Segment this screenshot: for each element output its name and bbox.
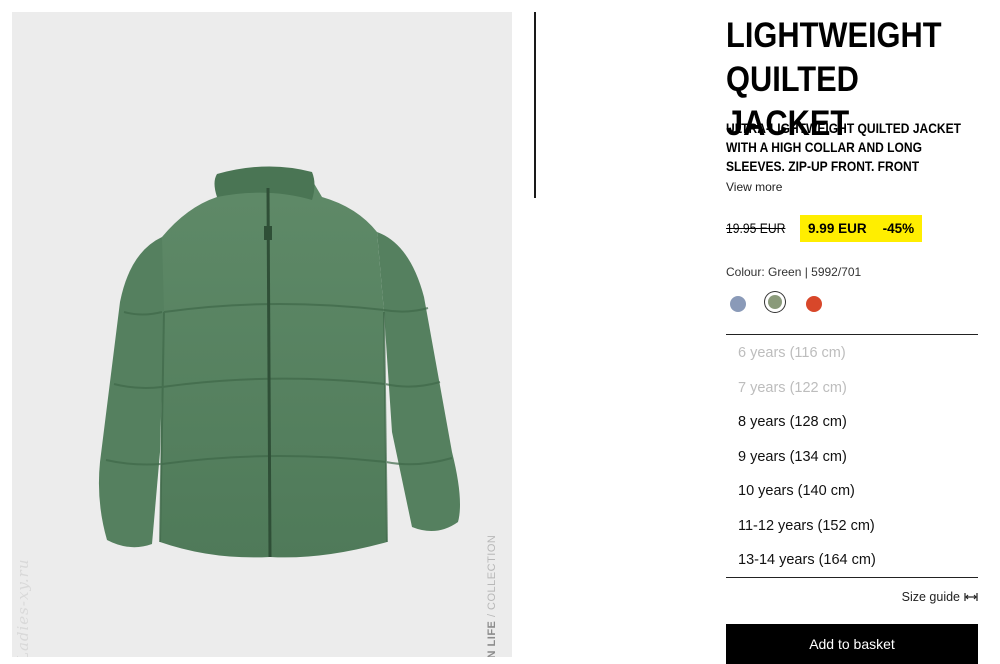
ruler-icon (964, 593, 978, 601)
size-option[interactable]: 6 years (116 cm) (726, 336, 978, 371)
jacket-illustration (98, 166, 460, 558)
colour-swatches (726, 292, 846, 316)
size-option[interactable]: 11-12 years (152 cm) (726, 509, 978, 544)
size-option[interactable]: 9 years (134 cm) (726, 440, 978, 475)
price-block: 19.95 EUR 9.99 EUR -45% (726, 215, 923, 242)
colour-info: Colour: Green | 5992/701 (726, 265, 862, 279)
size-guide-label: Size guide (901, 590, 960, 604)
product-image[interactable]: Ladies-xy.ru IN LIFE / COLLECTION (12, 12, 512, 657)
sale-price-badge: 9.99 EUR -45% (800, 215, 923, 242)
collection-caption: IN LIFE / COLLECTION (486, 534, 498, 657)
product-description: ULTRA-LIGHTWEIGHT QUILTED JACKET WITH A … (726, 120, 961, 174)
swatch-red[interactable] (806, 296, 822, 312)
size-option[interactable]: 10 years (140 cm) (726, 474, 978, 509)
size-option[interactable]: 7 years (122 cm) (726, 371, 978, 406)
size-list: 6 years (116 cm) 7 years (122 cm) 8 year… (726, 334, 978, 578)
sale-price: 9.99 EUR (808, 221, 867, 236)
view-more-link[interactable]: View more (726, 180, 782, 194)
size-option[interactable]: 8 years (128 cm) (726, 405, 978, 440)
swatch-green-selected[interactable] (768, 295, 782, 309)
swatch-blue[interactable] (730, 296, 746, 312)
watermark: Ladies-xy.ru (14, 558, 32, 658)
old-price: 19.95 EUR (726, 221, 786, 236)
add-to-basket-button[interactable]: Add to basket (726, 624, 978, 664)
size-guide-link[interactable]: Size guide (902, 590, 978, 604)
discount-percent: -45% (882, 221, 915, 236)
image-scroll-indicator[interactable] (534, 12, 536, 198)
size-option[interactable]: 13-14 years (164 cm) (726, 543, 978, 578)
